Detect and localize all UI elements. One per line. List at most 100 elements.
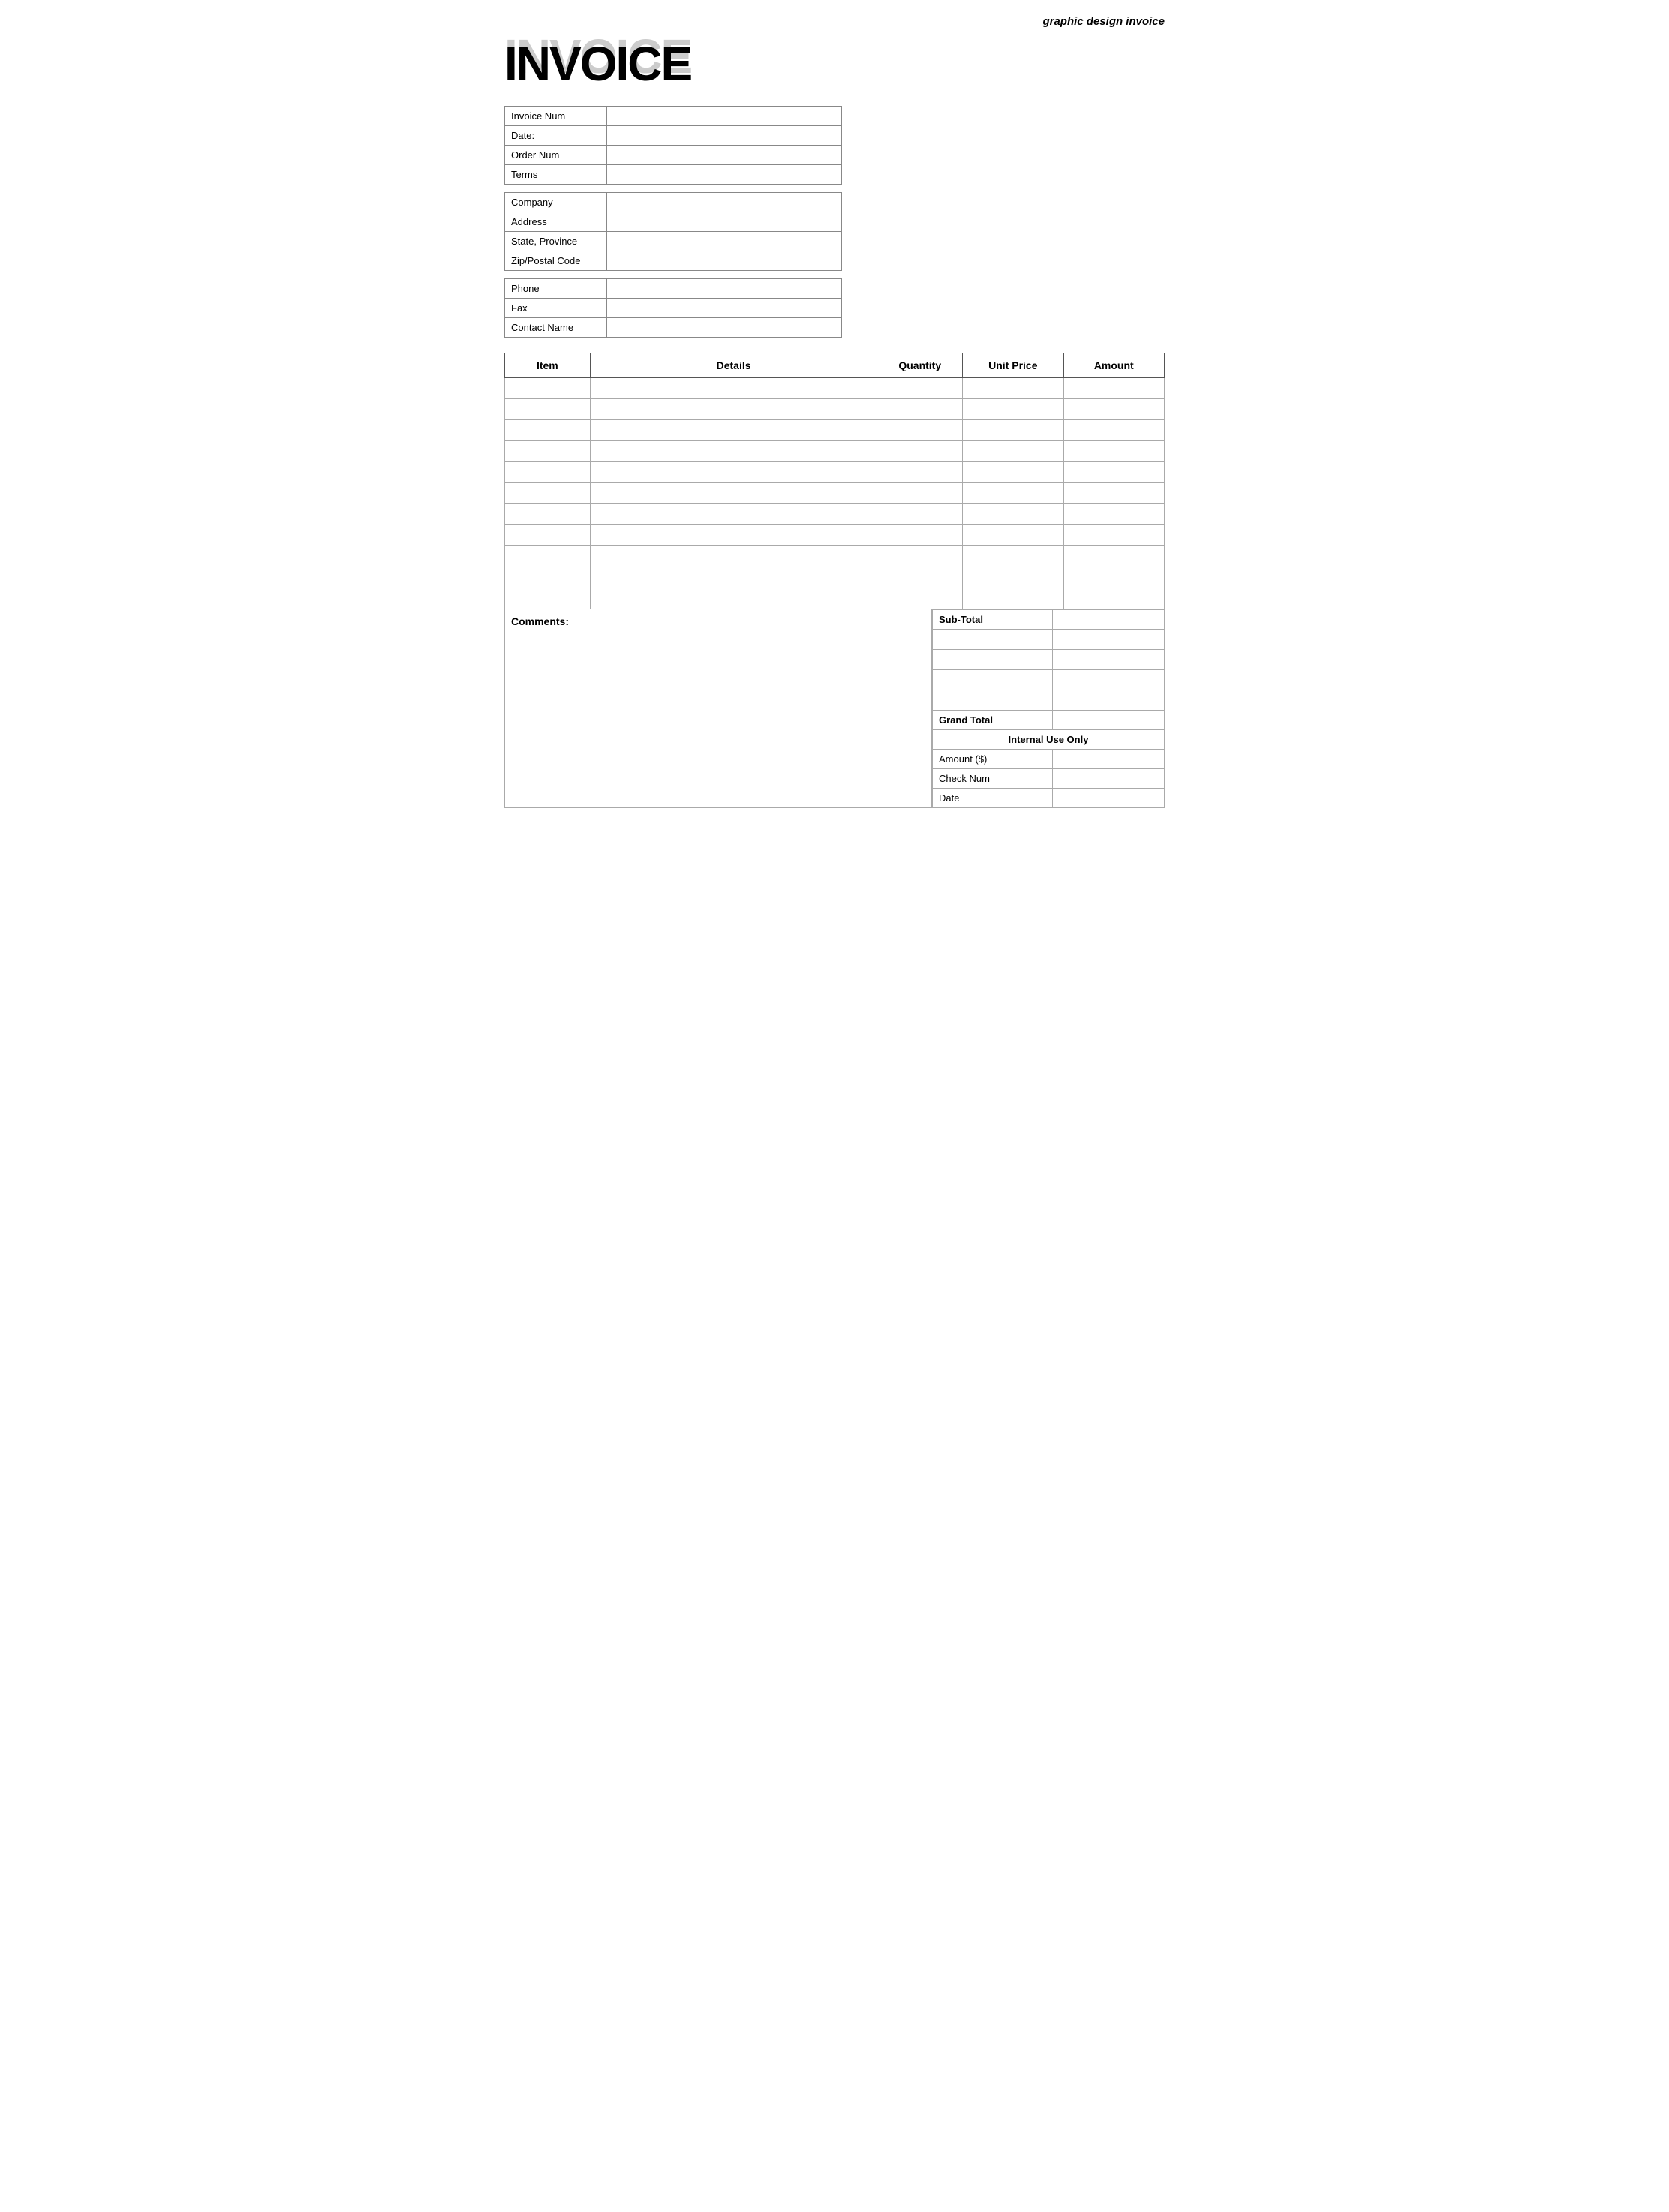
info-value[interactable] <box>606 299 841 318</box>
info-value[interactable] <box>606 193 841 212</box>
table-cell[interactable] <box>505 399 591 420</box>
table-cell[interactable] <box>590 378 877 399</box>
invoice-table: Item Details Quantity Unit Price Amount <box>504 353 1165 609</box>
table-cell[interactable] <box>590 546 877 567</box>
table-cell[interactable] <box>963 483 1063 504</box>
table-cell[interactable] <box>877 567 963 588</box>
table-cell[interactable] <box>963 420 1063 441</box>
totals-value[interactable] <box>1052 711 1164 730</box>
table-row <box>505 483 1165 504</box>
table-cell[interactable] <box>590 483 877 504</box>
table-cell[interactable] <box>877 546 963 567</box>
table-row <box>505 546 1165 567</box>
table-cell[interactable] <box>590 441 877 462</box>
col-header-amount: Amount <box>1063 353 1164 378</box>
table-cell[interactable] <box>505 567 591 588</box>
table-cell[interactable] <box>1063 483 1164 504</box>
info-label: Zip/Postal Code <box>505 251 607 271</box>
table-cell[interactable] <box>505 525 591 546</box>
totals-value[interactable] <box>1052 789 1164 808</box>
table-cell[interactable] <box>963 399 1063 420</box>
info-value[interactable] <box>606 212 841 232</box>
totals-table: Sub-TotalGrand TotalInternal Use OnlyAmo… <box>932 609 1165 808</box>
table-cell[interactable] <box>505 588 591 609</box>
table-row <box>505 462 1165 483</box>
table-cell[interactable] <box>1063 546 1164 567</box>
table-cell[interactable] <box>1063 441 1164 462</box>
table-cell[interactable] <box>963 588 1063 609</box>
table-cell[interactable] <box>963 546 1063 567</box>
totals-value[interactable] <box>1052 750 1164 769</box>
totals-empty-value[interactable] <box>1052 670 1164 690</box>
table-cell[interactable] <box>877 525 963 546</box>
table-cell[interactable] <box>877 378 963 399</box>
info-value[interactable] <box>606 126 841 146</box>
table-cell[interactable] <box>1063 399 1164 420</box>
table-cell[interactable] <box>877 504 963 525</box>
table-cell[interactable] <box>505 420 591 441</box>
totals-empty-value[interactable] <box>1052 690 1164 711</box>
table-cell[interactable] <box>877 588 963 609</box>
table-cell[interactable] <box>963 378 1063 399</box>
table-cell[interactable] <box>1063 420 1164 441</box>
table-cell[interactable] <box>963 525 1063 546</box>
table-cell[interactable] <box>877 441 963 462</box>
table-cell[interactable] <box>505 462 591 483</box>
table-cell[interactable] <box>590 525 877 546</box>
table-cell[interactable] <box>1063 567 1164 588</box>
table-cell[interactable] <box>590 504 877 525</box>
comments-section: Comments: <box>504 609 932 808</box>
table-cell[interactable] <box>963 504 1063 525</box>
col-header-item: Item <box>505 353 591 378</box>
info-value[interactable] <box>606 107 841 126</box>
totals-value[interactable] <box>1052 610 1164 630</box>
info-value[interactable] <box>606 232 841 251</box>
table-cell[interactable] <box>590 420 877 441</box>
table-cell[interactable] <box>590 588 877 609</box>
table-cell[interactable] <box>1063 525 1164 546</box>
table-cell[interactable] <box>877 420 963 441</box>
table-row <box>505 588 1165 609</box>
info-table-2: CompanyAddressState, ProvinceZip/Postal … <box>504 192 842 271</box>
table-cell[interactable] <box>1063 378 1164 399</box>
invoice-header: INVOICE INVOICE <box>504 32 1165 92</box>
comments-label: Comments: <box>511 615 569 627</box>
table-cell[interactable] <box>1063 462 1164 483</box>
table-cell[interactable] <box>505 378 591 399</box>
top-right-title: graphic design invoice <box>504 15 1165 28</box>
info-value[interactable] <box>606 146 841 165</box>
table-cell[interactable] <box>963 462 1063 483</box>
totals-empty-value[interactable] <box>1052 650 1164 670</box>
info-value[interactable] <box>606 165 841 185</box>
info-table-1: Invoice NumDate:Order NumTerms <box>504 106 842 185</box>
table-cell[interactable] <box>963 441 1063 462</box>
info-value[interactable] <box>606 318 841 338</box>
info-value[interactable] <box>606 251 841 271</box>
table-cell[interactable] <box>877 462 963 483</box>
table-cell[interactable] <box>1063 504 1164 525</box>
table-cell[interactable] <box>877 399 963 420</box>
totals-value[interactable] <box>1052 769 1164 789</box>
totals-empty-value[interactable] <box>1052 630 1164 650</box>
table-row <box>505 420 1165 441</box>
info-value[interactable] <box>606 279 841 299</box>
table-cell[interactable] <box>505 441 591 462</box>
table-cell[interactable] <box>505 546 591 567</box>
totals-label: Grand Total <box>933 711 1053 730</box>
table-cell[interactable] <box>1063 588 1164 609</box>
page-container: graphic design invoice INVOICE INVOICE I… <box>504 15 1165 808</box>
totals-empty-label <box>933 690 1053 711</box>
col-header-quantity: Quantity <box>877 353 963 378</box>
info-label: Invoice Num <box>505 107 607 126</box>
table-cell[interactable] <box>505 504 591 525</box>
table-cell[interactable] <box>877 483 963 504</box>
table-cell[interactable] <box>590 462 877 483</box>
totals-label: Amount ($) <box>933 750 1053 769</box>
table-cell[interactable] <box>590 399 877 420</box>
info-label: Order Num <box>505 146 607 165</box>
table-cell[interactable] <box>590 567 877 588</box>
info-label: Terms <box>505 165 607 185</box>
table-cell[interactable] <box>505 483 591 504</box>
table-cell[interactable] <box>963 567 1063 588</box>
totals-label: Date <box>933 789 1053 808</box>
